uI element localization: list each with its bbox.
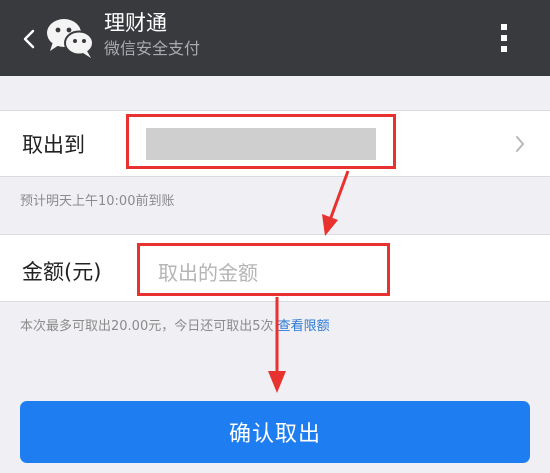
page-subtitle: 微信安全支付 bbox=[104, 39, 201, 58]
page-title: 理财通 bbox=[104, 11, 167, 35]
more-vertical-icon[interactable] bbox=[496, 20, 512, 56]
destination-label: 取出到 bbox=[22, 133, 85, 157]
limit-hint-text: 本次最多可取出20.00元，今日还可取出5次 bbox=[20, 319, 274, 334]
annotation-arrow-icon bbox=[322, 170, 350, 236]
chevron-right-icon bbox=[516, 136, 524, 152]
amount-label: 金额(元) bbox=[22, 260, 102, 284]
title-block: 理财通 微信安全支付 bbox=[104, 8, 200, 60]
annotation-arrow-icon bbox=[268, 297, 286, 393]
back-chevron-icon[interactable] bbox=[16, 22, 42, 56]
arrival-hint: 预计明天上午10:00前到账 bbox=[20, 194, 175, 209]
withdraw-screen: 理财通 微信安全支付 取出到 预计明天上午10:00前到账 金额(元) 取出的金… bbox=[0, 0, 550, 473]
top-bar: 理财通 微信安全支付 bbox=[0, 0, 550, 76]
confirm-withdraw-button[interactable]: 确认取出 bbox=[20, 401, 530, 463]
annotation-frame-amount bbox=[137, 243, 390, 296]
annotation-frame-destination bbox=[126, 114, 396, 169]
wechat-logo-icon bbox=[47, 19, 94, 58]
